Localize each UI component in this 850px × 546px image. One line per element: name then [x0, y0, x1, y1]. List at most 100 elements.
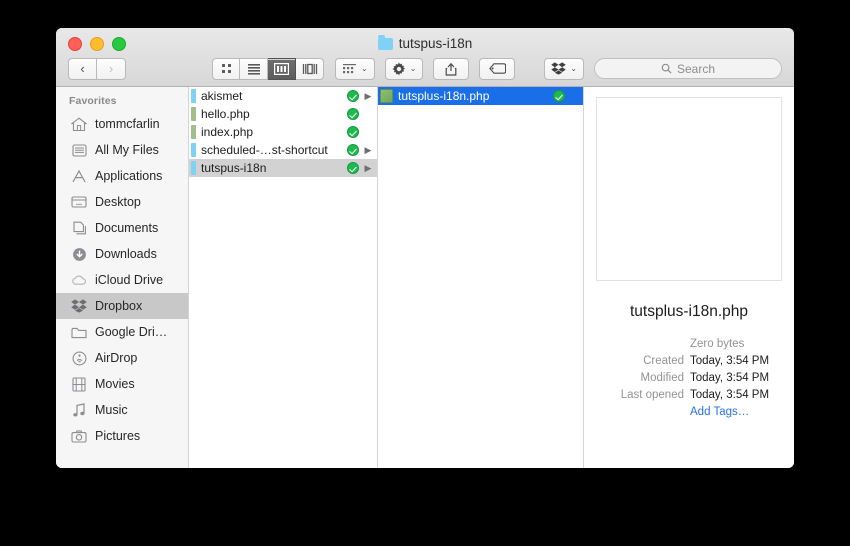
window-title-text: tutspus-i18n	[398, 36, 473, 51]
sidebar-item-label: Documents	[95, 221, 159, 235]
metadata-row-last-opened: Last opened Today, 3:54 PM	[600, 388, 778, 403]
sidebar-item-label: Applications	[95, 169, 163, 183]
search-field[interactable]: Search	[594, 58, 782, 79]
sidebar-item-label: Downloads	[95, 247, 157, 261]
file-name: index.php	[201, 125, 254, 139]
window-title: tutspus-i18n	[56, 34, 794, 51]
disclosure-arrow-placeholder: ▶	[570, 92, 578, 101]
search-icon	[661, 63, 672, 74]
sidebar-item-downloads[interactable]: Downloads	[56, 241, 188, 267]
column-view-button[interactable]	[268, 57, 296, 80]
downloads-icon	[71, 246, 87, 262]
back-button[interactable]: ‹	[68, 57, 97, 80]
sidebar-item-all-my-files[interactable]: All My Files	[56, 137, 188, 163]
disclosure-arrow-icon[interactable]: ▶	[364, 145, 372, 155]
sidebar-item-label: Pictures	[95, 429, 141, 443]
metadata-row-size: Zero bytes	[600, 337, 778, 352]
sidebar-item-label: Music	[95, 403, 128, 417]
dropbox-synced-badge-icon	[347, 90, 359, 102]
dropbox-synced-badge-icon	[347, 126, 359, 138]
gear-icon	[392, 62, 405, 75]
chevron-down-icon: ⌄	[570, 64, 577, 73]
dropbox-button[interactable]: ⌄	[544, 57, 584, 80]
desktop-icon	[71, 194, 87, 210]
disclosure-arrow-icon[interactable]: ▶	[364, 91, 372, 101]
metadata-value: Today, 3:54 PM	[690, 389, 770, 401]
traffic-lights	[68, 37, 126, 51]
sidebar-item-label: Desktop	[95, 195, 141, 209]
search-placeholder: Search	[676, 61, 716, 76]
music-icon	[71, 402, 87, 418]
coverflow-view-icon	[302, 63, 317, 74]
sidebar-item-pictures[interactable]: Pictures	[56, 423, 188, 449]
file-row-tutspus-i18n[interactable]: tutspus-i18n ▶	[189, 159, 377, 177]
sidebar: Favorites tommcfarlin All My Files Appli…	[56, 87, 189, 468]
maximize-button[interactable]	[112, 37, 126, 51]
sidebar-item-desktop[interactable]: Desktop	[56, 189, 188, 215]
metadata-key: Created	[643, 355, 684, 367]
tag-icon	[489, 63, 506, 74]
dropbox-icon	[71, 298, 87, 314]
sidebar-item-label: tommcfarlin	[95, 117, 160, 131]
sidebar-item-label: iCloud Drive	[95, 273, 164, 287]
applications-icon	[71, 168, 87, 184]
view-mode-buttons	[212, 57, 324, 80]
sidebar-item-movies[interactable]: Movies	[56, 371, 188, 397]
php-file-icon	[191, 107, 196, 121]
sidebar-item-label: All My Files	[95, 143, 159, 157]
arrange-button[interactable]: ⌄	[335, 57, 375, 80]
documents-icon	[71, 220, 87, 236]
file-row-tutsplus-i18n-php[interactable]: tutsplus-i18n.php ▶	[378, 87, 583, 105]
sidebar-item-airdrop[interactable]: AirDrop	[56, 345, 188, 371]
preview-filename: tutsplus-i18n.php	[629, 303, 749, 320]
metadata-row-created: Created Today, 3:54 PM	[600, 354, 778, 369]
sidebar-item-tommcfarlin[interactable]: tommcfarlin	[56, 111, 188, 137]
php-file-icon	[380, 89, 393, 103]
file-row-akismet[interactable]: akismet ▶	[189, 87, 377, 105]
folder-icon	[191, 143, 196, 157]
sidebar-item-label: AirDrop	[95, 351, 138, 365]
forward-button[interactable]: ›	[97, 57, 126, 80]
home-icon	[71, 116, 87, 132]
close-button[interactable]	[68, 37, 82, 51]
movies-icon	[71, 376, 87, 392]
dropbox-synced-badge-icon	[553, 90, 565, 102]
dropbox-synced-badge-icon	[347, 144, 359, 156]
icon-view-button[interactable]	[212, 57, 240, 80]
file-name: tutsplus-i18n.php	[398, 89, 490, 103]
sidebar-item-icloud-drive[interactable]: iCloud Drive	[56, 267, 188, 293]
minimize-button[interactable]	[90, 37, 104, 51]
sidebar-item-label: Movies	[95, 377, 135, 391]
sidebar-item-music[interactable]: Music	[56, 397, 188, 423]
file-row-hello-php[interactable]: hello.php ▶	[189, 105, 377, 123]
coverflow-view-button[interactable]	[296, 57, 324, 80]
sidebar-section-header: Favorites	[69, 95, 117, 107]
sidebar-item-dropbox[interactable]: Dropbox	[56, 293, 188, 319]
sidebar-item-applications[interactable]: Applications	[56, 163, 188, 189]
file-column-two[interactable]: tutsplus-i18n.php ▶	[378, 87, 584, 468]
file-row-scheduled-post-shortcut[interactable]: scheduled-…st-shortcut ▶	[189, 141, 377, 159]
folder-icon	[191, 161, 196, 175]
metadata-key	[600, 337, 690, 352]
file-name: hello.php	[201, 107, 250, 121]
sidebar-item-documents[interactable]: Documents	[56, 215, 188, 241]
folder-icon	[377, 34, 393, 50]
column-view-icon	[274, 62, 289, 75]
sidebar-item-google-drive[interactable]: Google Dri…	[56, 319, 188, 345]
action-gear-button[interactable]: ⌄	[384, 57, 424, 80]
list-view-button[interactable]	[240, 57, 268, 80]
all-my-files-icon	[71, 142, 87, 158]
metadata-row-modified: Modified Today, 3:54 PM	[600, 371, 778, 386]
file-row-index-php[interactable]: index.php ▶	[189, 123, 377, 141]
sidebar-item-label: Dropbox	[95, 299, 143, 313]
add-tags-link[interactable]: Add Tags…	[690, 405, 749, 420]
file-column-one[interactable]: akismet ▶ hello.php ▶ index.php ▶	[189, 87, 378, 468]
disclosure-arrow-icon[interactable]: ▶	[364, 163, 372, 173]
navigation-buttons: ‹ ›	[68, 57, 126, 80]
metadata-key: Last opened	[620, 389, 684, 401]
tag-button[interactable]	[479, 57, 516, 80]
preview-pane: tutsplus-i18n.php Zero bytes Created Tod…	[584, 87, 794, 468]
arrange-icon	[343, 63, 356, 73]
window-body: Favorites tommcfarlin All My Files Appli…	[56, 87, 794, 468]
share-button[interactable]	[433, 57, 470, 80]
